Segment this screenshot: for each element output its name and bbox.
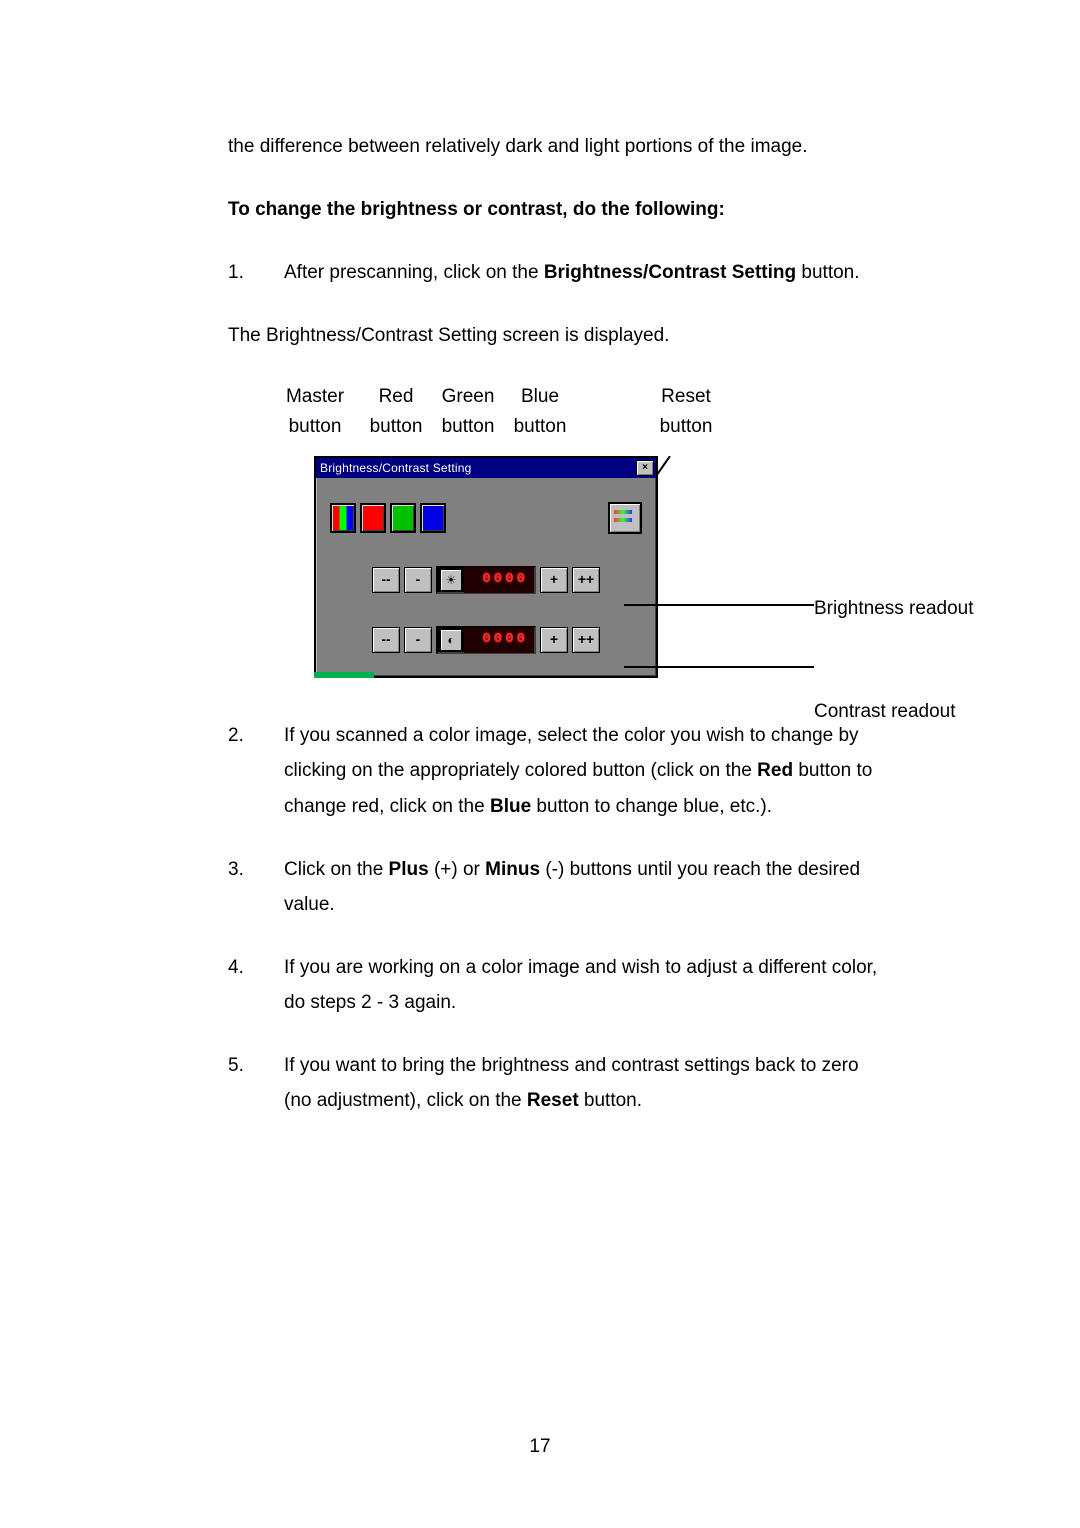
dialog-titlebar: Brightness/Contrast Setting ×	[316, 458, 656, 478]
brightness-callout-line	[624, 604, 814, 606]
label-red-l2: button	[360, 412, 432, 442]
label-green-l1: Green	[432, 382, 504, 412]
contrast-callout-line	[624, 666, 814, 668]
step-number-2: 2.	[228, 718, 284, 823]
dialog-title-text: Brightness/Contrast Setting	[320, 457, 471, 479]
brightness-icon: ☀	[440, 569, 462, 591]
brightness-contrast-dialog: Brightness/Contrast Setting × -- -	[314, 456, 658, 678]
step1-part-c: button.	[796, 262, 859, 283]
master-button[interactable]	[330, 503, 356, 533]
step-number-3: 3.	[228, 852, 284, 922]
brightness-row: -- - ☀ 0000 + ++	[330, 566, 642, 594]
step-2-text: If you scanned a color image, select the…	[284, 718, 890, 823]
label-blue-l1: Blue	[504, 382, 576, 412]
step-number-4: 4.	[228, 950, 284, 1020]
brightness-readout: ☀ 0000	[436, 566, 536, 594]
step-1-text: After prescanning, click on the Brightne…	[284, 255, 890, 290]
contrast-minus-button[interactable]: -	[404, 627, 432, 653]
step5-b: Reset	[527, 1090, 579, 1111]
brightness-callout-text: Brightness readout	[814, 591, 974, 626]
step-5-text: If you want to bring the brightness and …	[284, 1048, 890, 1118]
brightness-minus-button[interactable]: -	[404, 567, 432, 593]
brightness-minus-double-button[interactable]: --	[372, 567, 400, 593]
step2-e: button to change blue, etc.).	[531, 796, 772, 817]
contrast-value: 0000	[464, 627, 534, 653]
blue-button[interactable]	[420, 503, 446, 533]
step-3-text: Click on the Plus (+) or Minus (-) butto…	[284, 852, 890, 922]
step3-d: Minus	[485, 859, 540, 880]
label-master-l2: button	[270, 412, 360, 442]
step3-c: (+) or	[429, 859, 485, 880]
contrast-callout-text: Contrast readout	[814, 694, 956, 729]
dialog-resize-strip	[314, 672, 374, 678]
contrast-plus-button[interactable]: +	[540, 627, 568, 653]
intro-paragraph: the difference between relatively dark a…	[228, 129, 890, 164]
step5-c: button.	[579, 1090, 642, 1111]
contrast-readout: ◐ 0000	[436, 626, 536, 654]
brightness-plus-double-button[interactable]: ++	[572, 567, 600, 593]
step3-a: Click on the	[284, 859, 389, 880]
step-number-5: 5.	[228, 1048, 284, 1118]
after-step1-text: The Brightness/Contrast Setting screen i…	[228, 318, 890, 353]
red-button[interactable]	[360, 503, 386, 533]
contrast-icon: ◐	[440, 629, 462, 651]
contrast-minus-double-button[interactable]: --	[372, 627, 400, 653]
reset-button[interactable]	[608, 502, 642, 534]
brightness-value: 0000	[464, 567, 534, 593]
contrast-plus-double-button[interactable]: ++	[572, 627, 600, 653]
step1-part-b: Brightness/Contrast Setting	[544, 262, 796, 283]
brightness-plus-button[interactable]: +	[540, 567, 568, 593]
contrast-row: -- - ◐ 0000 + ++	[330, 626, 642, 654]
figure-column-labels: Master button Red button Green button Bl…	[270, 382, 890, 443]
label-reset-l2: button	[636, 412, 736, 442]
label-blue-l2: button	[504, 412, 576, 442]
green-button[interactable]	[390, 503, 416, 533]
dialog-close-button[interactable]: ×	[636, 460, 654, 476]
label-red-l1: Red	[360, 382, 432, 412]
step1-part-a: After prescanning, click on the	[284, 262, 544, 283]
section-heading: To change the brightness or contrast, do…	[228, 192, 890, 227]
step2-b: Red	[757, 760, 793, 781]
step3-b: Plus	[389, 859, 429, 880]
label-green-l2: button	[432, 412, 504, 442]
step-4-text: If you are working on a color image and …	[284, 950, 890, 1020]
label-reset-l1: Reset	[636, 382, 736, 412]
label-master-l1: Master	[270, 382, 360, 412]
step-number-1: 1.	[228, 255, 284, 290]
page-number: 17	[0, 1429, 1080, 1464]
step2-d: Blue	[490, 796, 531, 817]
